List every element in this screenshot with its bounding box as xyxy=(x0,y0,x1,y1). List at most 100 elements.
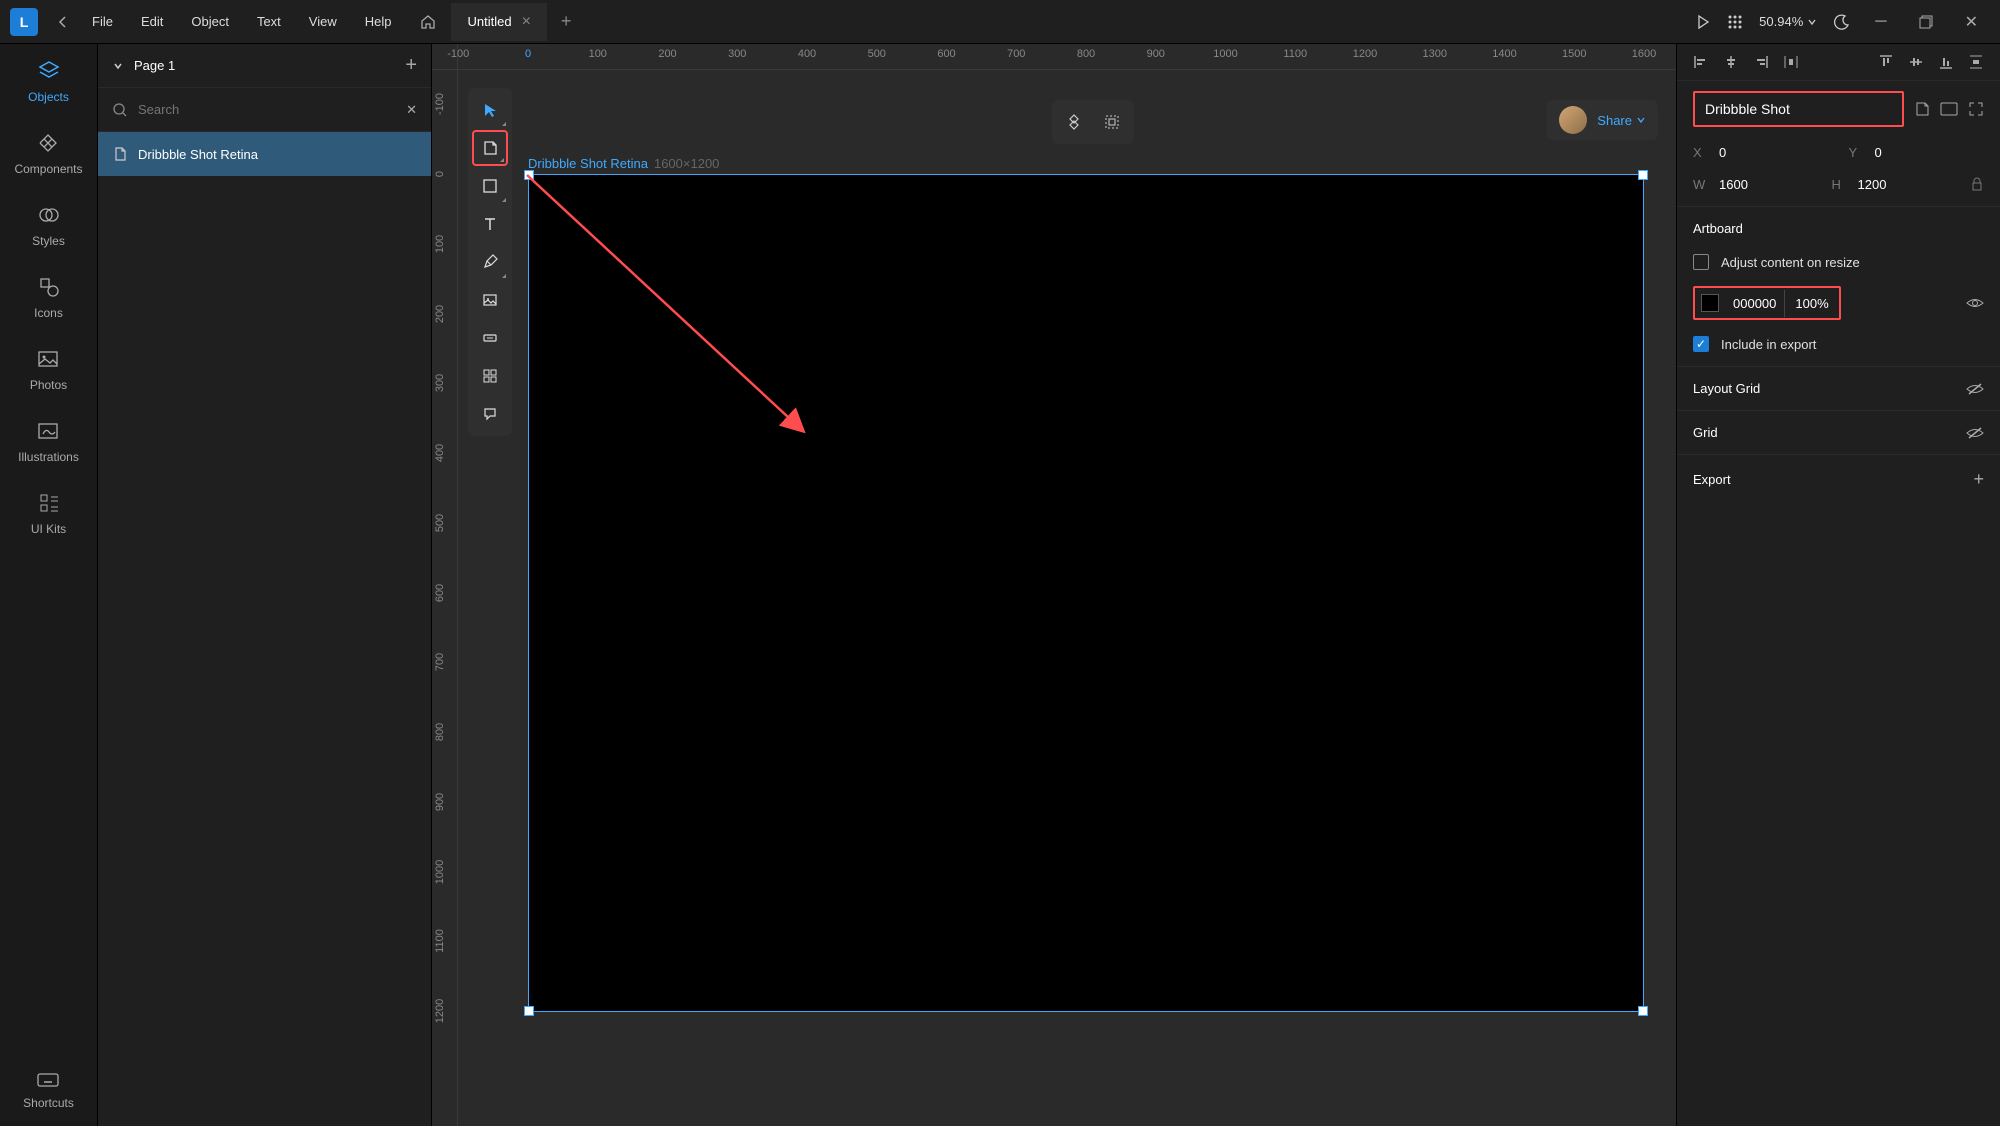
y-value[interactable]: 0 xyxy=(1875,145,1882,160)
export-section[interactable]: Export + xyxy=(1677,454,2000,504)
chevron-down-icon[interactable] xyxy=(112,60,124,72)
fullscreen-icon[interactable] xyxy=(1968,101,1984,117)
align-right-icon[interactable] xyxy=(1753,54,1769,70)
close-button[interactable]: ✕ xyxy=(1957,8,1986,36)
orientation-icon[interactable] xyxy=(1940,102,1958,116)
share-button[interactable]: Share xyxy=(1597,113,1646,128)
tab-title: Untitled xyxy=(467,14,511,29)
search-row: ✕ xyxy=(98,88,431,132)
menu-help[interactable]: Help xyxy=(351,4,406,39)
inspector-panel: X0 Y0 W1600 H1200 Artboard Adjust conten… xyxy=(1676,44,2000,1126)
menu-view[interactable]: View xyxy=(295,4,351,39)
home-icon[interactable] xyxy=(405,3,451,41)
rail-objects[interactable]: Objects xyxy=(28,58,69,104)
tab-close-icon[interactable]: × xyxy=(522,13,531,31)
tool-grid[interactable] xyxy=(472,358,508,394)
fill-visibility-icon[interactable] xyxy=(1966,296,1984,310)
resize-handle-br[interactable] xyxy=(1638,1006,1648,1016)
tool-image[interactable] xyxy=(472,282,508,318)
circles-icon xyxy=(36,202,62,228)
align-center-h-icon[interactable] xyxy=(1723,54,1739,70)
layout-grid-visibility-icon[interactable] xyxy=(1966,382,1984,396)
document-tab[interactable]: Untitled × xyxy=(451,3,546,41)
rail-components[interactable]: Components xyxy=(14,130,82,176)
menu-text[interactable]: Text xyxy=(243,4,295,39)
distribute-h-icon[interactable] xyxy=(1783,54,1799,70)
app-logo[interactable]: L xyxy=(10,8,38,36)
resize-handle-bl[interactable] xyxy=(524,1006,534,1016)
keyboard-icon xyxy=(35,1070,61,1090)
distribute-v-icon[interactable] xyxy=(1968,54,1984,70)
rail-icons[interactable]: Icons xyxy=(34,274,63,320)
adjust-content-checkbox[interactable] xyxy=(1693,254,1709,270)
add-export-icon[interactable]: + xyxy=(1973,469,1984,490)
tools-toolbar xyxy=(468,88,512,436)
position-row: X0 Y0 xyxy=(1677,137,2000,168)
artboard[interactable] xyxy=(528,174,1644,1012)
artboard-label[interactable]: Dribbble Shot Retina 1600×1200 xyxy=(528,156,719,171)
rail-shortcuts[interactable]: Shortcuts xyxy=(23,1070,74,1110)
element-name-input[interactable] xyxy=(1693,91,1904,127)
maximize-button[interactable] xyxy=(1911,11,1941,33)
align-center-v-icon[interactable] xyxy=(1908,54,1924,70)
new-tab-button[interactable]: + xyxy=(547,1,586,42)
grid-section[interactable]: Grid xyxy=(1677,410,2000,454)
rail-photos[interactable]: Photos xyxy=(30,346,67,392)
align-left-icon[interactable] xyxy=(1693,54,1709,70)
rail-styles[interactable]: Styles xyxy=(32,202,65,248)
zoom-level[interactable]: 50.94% xyxy=(1759,14,1817,29)
menubar: L File Edit Object Text View Help Untitl… xyxy=(0,0,2000,44)
ruler-vertical[interactable]: -100010020030040050060070080090010001100… xyxy=(432,70,458,1126)
canvas[interactable]: -100010020030040050060070080090010001100… xyxy=(432,44,1676,1126)
pixel-grid-icon[interactable] xyxy=(1096,106,1128,138)
size-row: W1600 H1200 xyxy=(1677,168,2000,207)
tool-button[interactable] xyxy=(472,320,508,356)
width-value[interactable]: 1600 xyxy=(1719,177,1748,192)
layout-grid-section[interactable]: Layout Grid xyxy=(1677,366,2000,410)
include-export-checkbox[interactable]: ✓ xyxy=(1693,336,1709,352)
adjust-content-row[interactable]: Adjust content on resize xyxy=(1677,246,2000,278)
tool-comment[interactable] xyxy=(472,396,508,432)
back-button[interactable] xyxy=(48,9,78,35)
align-top-icon[interactable] xyxy=(1878,54,1894,70)
rail-uikits[interactable]: UI Kits xyxy=(31,490,66,536)
rail-illustrations[interactable]: Illustrations xyxy=(18,418,79,464)
minimize-button[interactable]: ─ xyxy=(1867,9,1894,35)
tool-text[interactable] xyxy=(472,206,508,242)
tool-pen[interactable] xyxy=(472,244,508,280)
include-export-row[interactable]: ✓ Include in export xyxy=(1677,328,2000,366)
resize-handle-tr[interactable] xyxy=(1638,170,1648,180)
height-value[interactable]: 1200 xyxy=(1858,177,1887,192)
resize-handle-tl[interactable] xyxy=(524,170,534,180)
fill-swatch[interactable] xyxy=(1701,294,1719,312)
ruler-horizontal[interactable]: -100010020030040050060070080090010001100… xyxy=(458,44,1676,70)
lock-aspect-icon[interactable] xyxy=(1970,176,1984,192)
layer-item[interactable]: Dribbble Shot Retina xyxy=(98,132,431,176)
fill-opacity-input[interactable]: 100% xyxy=(1785,290,1838,317)
search-input[interactable] xyxy=(138,102,396,117)
align-row xyxy=(1677,44,2000,81)
play-icon[interactable] xyxy=(1695,14,1711,30)
align-bottom-icon[interactable] xyxy=(1938,54,1954,70)
tool-select[interactable] xyxy=(472,92,508,128)
x-value[interactable]: 0 xyxy=(1719,145,1726,160)
tool-rectangle[interactable] xyxy=(472,168,508,204)
uikit-icon xyxy=(36,490,62,516)
image-icon xyxy=(35,346,61,372)
snap-icon[interactable] xyxy=(1058,106,1090,138)
tool-artboard[interactable] xyxy=(472,130,508,166)
add-page-button[interactable]: + xyxy=(405,54,417,77)
page-title[interactable]: Page 1 xyxy=(134,58,395,73)
clear-search-icon[interactable]: ✕ xyxy=(406,102,417,118)
apps-icon[interactable] xyxy=(1727,14,1743,30)
artboard-template-icon[interactable] xyxy=(1914,101,1930,117)
fill-hex-input[interactable]: 000000 xyxy=(1725,290,1785,317)
menu-file[interactable]: File xyxy=(78,4,127,39)
artboard-icon xyxy=(112,146,128,162)
grid-visibility-icon[interactable] xyxy=(1966,426,1984,440)
menu-edit[interactable]: Edit xyxy=(127,4,177,39)
menu-object[interactable]: Object xyxy=(177,4,243,39)
layers-panel: Page 1 + ✕ Dribbble Shot Retina xyxy=(98,44,432,1126)
theme-toggle-icon[interactable] xyxy=(1833,13,1851,31)
avatar[interactable] xyxy=(1559,106,1587,134)
